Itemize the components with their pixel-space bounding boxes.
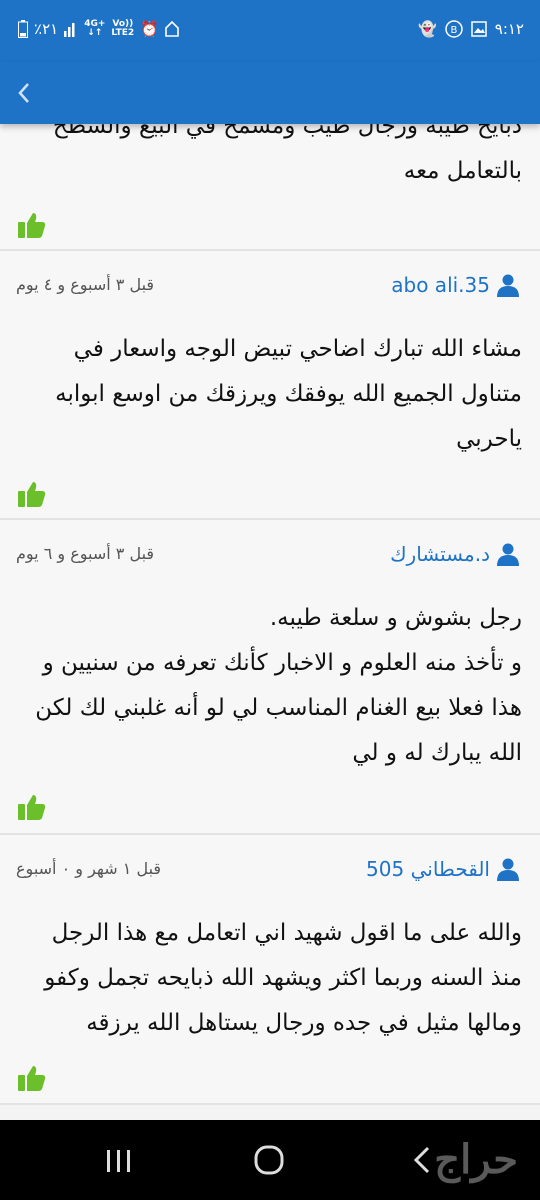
thumbs-up-icon[interactable] bbox=[16, 210, 46, 240]
status-right: 👻 B ٩:١٢ bbox=[418, 20, 524, 38]
app-bar bbox=[0, 62, 540, 124]
comment-line: رجل بشوش و سلعة طيبه. bbox=[269, 605, 522, 631]
clock-time: ٩:١٢ bbox=[494, 20, 524, 38]
comment-text: مشاء الله تبارك اضاحي تبيض الوجه واسعار … bbox=[17, 327, 522, 462]
comment-line: بالتعامل معه bbox=[403, 158, 522, 184]
comment-author[interactable]: د.مستشارك bbox=[390, 542, 520, 566]
back-button[interactable] bbox=[4, 72, 44, 114]
navigation-bar: حراج bbox=[0, 1120, 540, 1200]
author-name: د.مستشارك bbox=[390, 542, 490, 566]
comment-card: abo ali.35 قبل ٣ أسبوع و ٤ يوم مشاء الله… bbox=[0, 251, 540, 520]
comment-line: الله يبارك له و لي bbox=[352, 740, 522, 766]
comment-text: والله على ما اقول شهيد اني اتعامل مع هذا… bbox=[17, 911, 522, 1046]
author-name: abo ali.35 bbox=[391, 273, 490, 297]
comment-line: هذا فعلا بيع الغنام المناسب لي لو أنه غل… bbox=[35, 695, 522, 721]
comment-line: و تأخذ منه العلوم و الاخبار كأنك تعرفه م… bbox=[42, 650, 522, 676]
comment-header: القحطاني 505 قبل ١ شهر و ٠ أسبوع bbox=[0, 835, 540, 895]
home-icon bbox=[165, 21, 179, 37]
thumbs-up-icon[interactable] bbox=[16, 792, 46, 822]
thumbs-up-icon[interactable] bbox=[16, 1063, 46, 1093]
battery-icon bbox=[18, 20, 28, 38]
status-left: ٪٢١ 4G+ ↓↑ Vo)) LTE2 ⏰ bbox=[18, 20, 179, 38]
user-icon bbox=[497, 274, 519, 297]
comment-time: قبل ٣ أسبوع و ٦ يوم bbox=[16, 544, 155, 563]
comment-line: والله على ما اقول شهيد اني اتعامل مع هذا… bbox=[51, 920, 522, 946]
comment-card: القحطاني 505 قبل ١ شهر و ٠ أسبوع والله ع… bbox=[0, 835, 540, 1105]
comment-time: قبل ١ شهر و ٠ أسبوع bbox=[16, 859, 162, 878]
comment-time: قبل ٣ أسبوع و ٤ يوم bbox=[16, 275, 155, 294]
signal-icon bbox=[64, 23, 75, 37]
comment-header: abo ali.35 قبل ٣ أسبوع و ٤ يوم bbox=[0, 251, 540, 311]
comment-line: مشاء الله تبارك اضاحي تبيض الوجه واسعار … bbox=[73, 336, 522, 362]
comments-list[interactable]: ذبايح طيبة ورجال طيب ومسمح في البيع والش… bbox=[0, 0, 540, 1120]
network-type: 4G+ ↓↑ bbox=[84, 19, 106, 38]
comment-author[interactable]: abo ali.35 bbox=[391, 273, 520, 297]
back-nav-button[interactable] bbox=[410, 1140, 434, 1180]
user-icon bbox=[497, 543, 519, 566]
comment-card: د.مستشارك قبل ٣ أسبوع و ٦ يوم رجل بشوش و… bbox=[0, 520, 540, 835]
b-app-icon: B bbox=[445, 20, 463, 38]
comment-text: رجل بشوش و سلعة طيبه. و تأخذ منه العلوم … bbox=[17, 596, 522, 776]
volte-indicator: Vo)) LTE2 bbox=[111, 19, 135, 38]
user-icon bbox=[497, 858, 519, 881]
svg-text:B: B bbox=[450, 25, 457, 36]
comment-line: ياحربي bbox=[456, 426, 522, 452]
comment-author[interactable]: القحطاني 505 bbox=[366, 857, 520, 881]
comment-line: متناول الجميع الله يوفقك ويرزقك من اوسع … bbox=[55, 381, 522, 407]
gallery-icon bbox=[471, 21, 487, 37]
comment-header: د.مستشارك قبل ٣ أسبوع و ٦ يوم bbox=[0, 520, 540, 580]
comment-line: منذ السنه وربما اكثر ويشهد الله ذبايحه ت… bbox=[44, 965, 522, 991]
alarm-icon: ⏰ bbox=[140, 20, 159, 38]
recent-apps-button[interactable] bbox=[104, 1140, 134, 1180]
thumbs-up-icon[interactable] bbox=[16, 479, 46, 509]
haraj-logo: حراج bbox=[434, 1136, 518, 1183]
author-name: القحطاني 505 bbox=[366, 857, 490, 881]
status-bar: ٪٢١ 4G+ ↓↑ Vo)) LTE2 ⏰ 👻 B ٩:١٢ bbox=[0, 0, 540, 62]
comment-line: ومالها مثيل في جده ورجال يستاهل الله يرز… bbox=[86, 1010, 522, 1036]
snapchat-icon: 👻 bbox=[418, 20, 437, 38]
home-button[interactable] bbox=[252, 1140, 288, 1180]
chevron-left-icon bbox=[18, 83, 29, 103]
battery-percent: ٪٢١ bbox=[34, 20, 59, 38]
